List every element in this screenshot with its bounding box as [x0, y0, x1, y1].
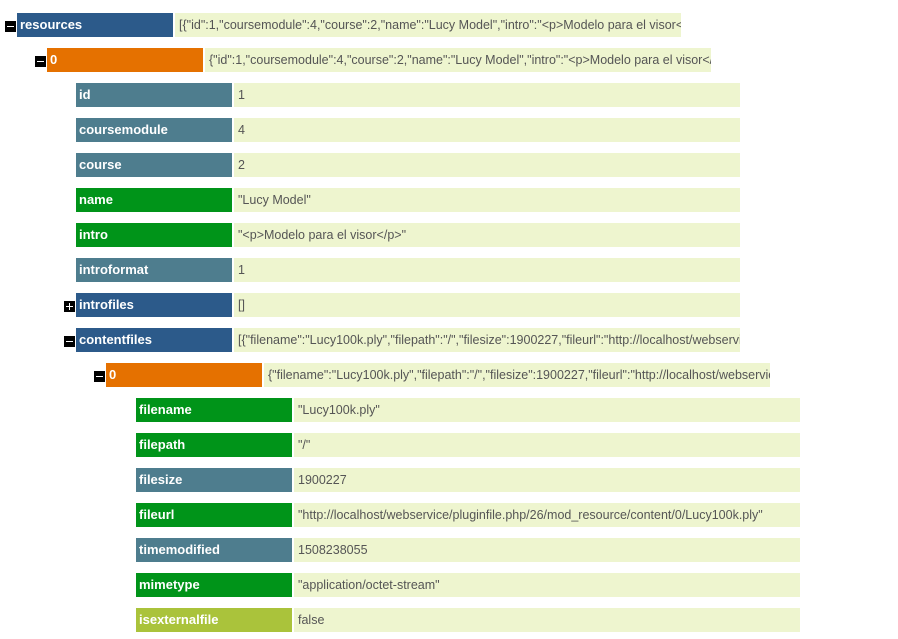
- node-value: 2: [234, 153, 740, 177]
- tree-row-intro: intro "<p>Modelo para el visor</p>": [0, 223, 898, 247]
- tree-row-filepath: filepath "/": [0, 433, 898, 457]
- tree-row-course: course 2: [0, 153, 898, 177]
- tree-row-id: id 1: [0, 83, 898, 107]
- node-value: 1900227: [294, 468, 800, 492]
- node-key[interactable]: introfiles: [76, 293, 232, 317]
- node-value: "http://localhost/webservice/pluginfile.…: [294, 503, 800, 527]
- node-key: introformat: [76, 258, 232, 282]
- node-key[interactable]: 0: [47, 48, 203, 72]
- tree-row-isexternalfile: isexternalfile false: [0, 608, 898, 632]
- node-value: "<p>Modelo para el visor</p>": [234, 223, 740, 247]
- node-value: "Lucy Model": [234, 188, 740, 212]
- node-value: [{"id":1,"coursemodule":4,"course":2,"na…: [175, 13, 681, 37]
- node-key: name: [76, 188, 232, 212]
- tree-row-0: 0 {"id":1,"coursemodule":4,"course":2,"na…: [0, 48, 898, 72]
- tree-row-introformat: introformat 1: [0, 258, 898, 282]
- tree-row-introfiles: introfiles[]: [0, 293, 898, 317]
- expand-icon[interactable]: [64, 301, 75, 312]
- node-key[interactable]: contentfiles: [76, 328, 232, 352]
- collapse-icon[interactable]: [5, 21, 16, 32]
- node-value: [{"filename":"Lucy100k.ply","filepath":"…: [234, 328, 740, 352]
- tree-row-mimetype: mimetype "application/octet-stream": [0, 573, 898, 597]
- node-key: fileurl: [136, 503, 292, 527]
- node-key: timemodified: [136, 538, 292, 562]
- node-key: filename: [136, 398, 292, 422]
- tree-row-contentfiles: contentfiles [{"filename":"Lucy100k.ply",…: [0, 328, 898, 352]
- collapse-icon[interactable]: [94, 371, 105, 382]
- node-key: id: [76, 83, 232, 107]
- node-key: filesize: [136, 468, 292, 492]
- node-value: 1: [234, 258, 740, 282]
- node-key[interactable]: 0: [106, 363, 262, 387]
- collapse-icon[interactable]: [35, 56, 46, 67]
- tree-row-resources: resources [{"id":1,"coursemodule":4,"cour…: [0, 13, 898, 37]
- node-value: {"filename":"Lucy100k.ply","filepath":"/…: [264, 363, 770, 387]
- node-value: 4: [234, 118, 740, 142]
- node-key: filepath: [136, 433, 292, 457]
- tree-row-filename: filename "Lucy100k.ply": [0, 398, 898, 422]
- tree-row-0: 0 {"filename":"Lucy100k.ply","filepath":"…: [0, 363, 898, 387]
- node-value: "/": [294, 433, 800, 457]
- tree-row-fileurl: fileurl "http://localhost/webservice/plug…: [0, 503, 898, 527]
- node-value: 1508238055: [294, 538, 800, 562]
- node-value: "application/octet-stream": [294, 573, 800, 597]
- node-value: {"id":1,"coursemodule":4,"course":2,"nam…: [205, 48, 711, 72]
- node-key: course: [76, 153, 232, 177]
- collapse-icon[interactable]: [64, 336, 75, 347]
- node-key: mimetype: [136, 573, 292, 597]
- json-tree-viewer: resources [{"id":1,"coursemodule":4,"cour…: [0, 0, 898, 639]
- tree-row-name: name "Lucy Model": [0, 188, 898, 212]
- tree-row-coursemodule: coursemodule 4: [0, 118, 898, 142]
- node-value: []: [234, 293, 740, 317]
- node-value: "Lucy100k.ply": [294, 398, 800, 422]
- node-key: coursemodule: [76, 118, 232, 142]
- node-key: intro: [76, 223, 232, 247]
- node-value: false: [294, 608, 800, 632]
- node-key[interactable]: resources: [17, 13, 173, 37]
- node-value: 1: [234, 83, 740, 107]
- tree-row-timemodified: timemodified 1508238055: [0, 538, 898, 562]
- node-key: isexternalfile: [136, 608, 292, 632]
- tree-row-filesize: filesize 1900227: [0, 468, 898, 492]
